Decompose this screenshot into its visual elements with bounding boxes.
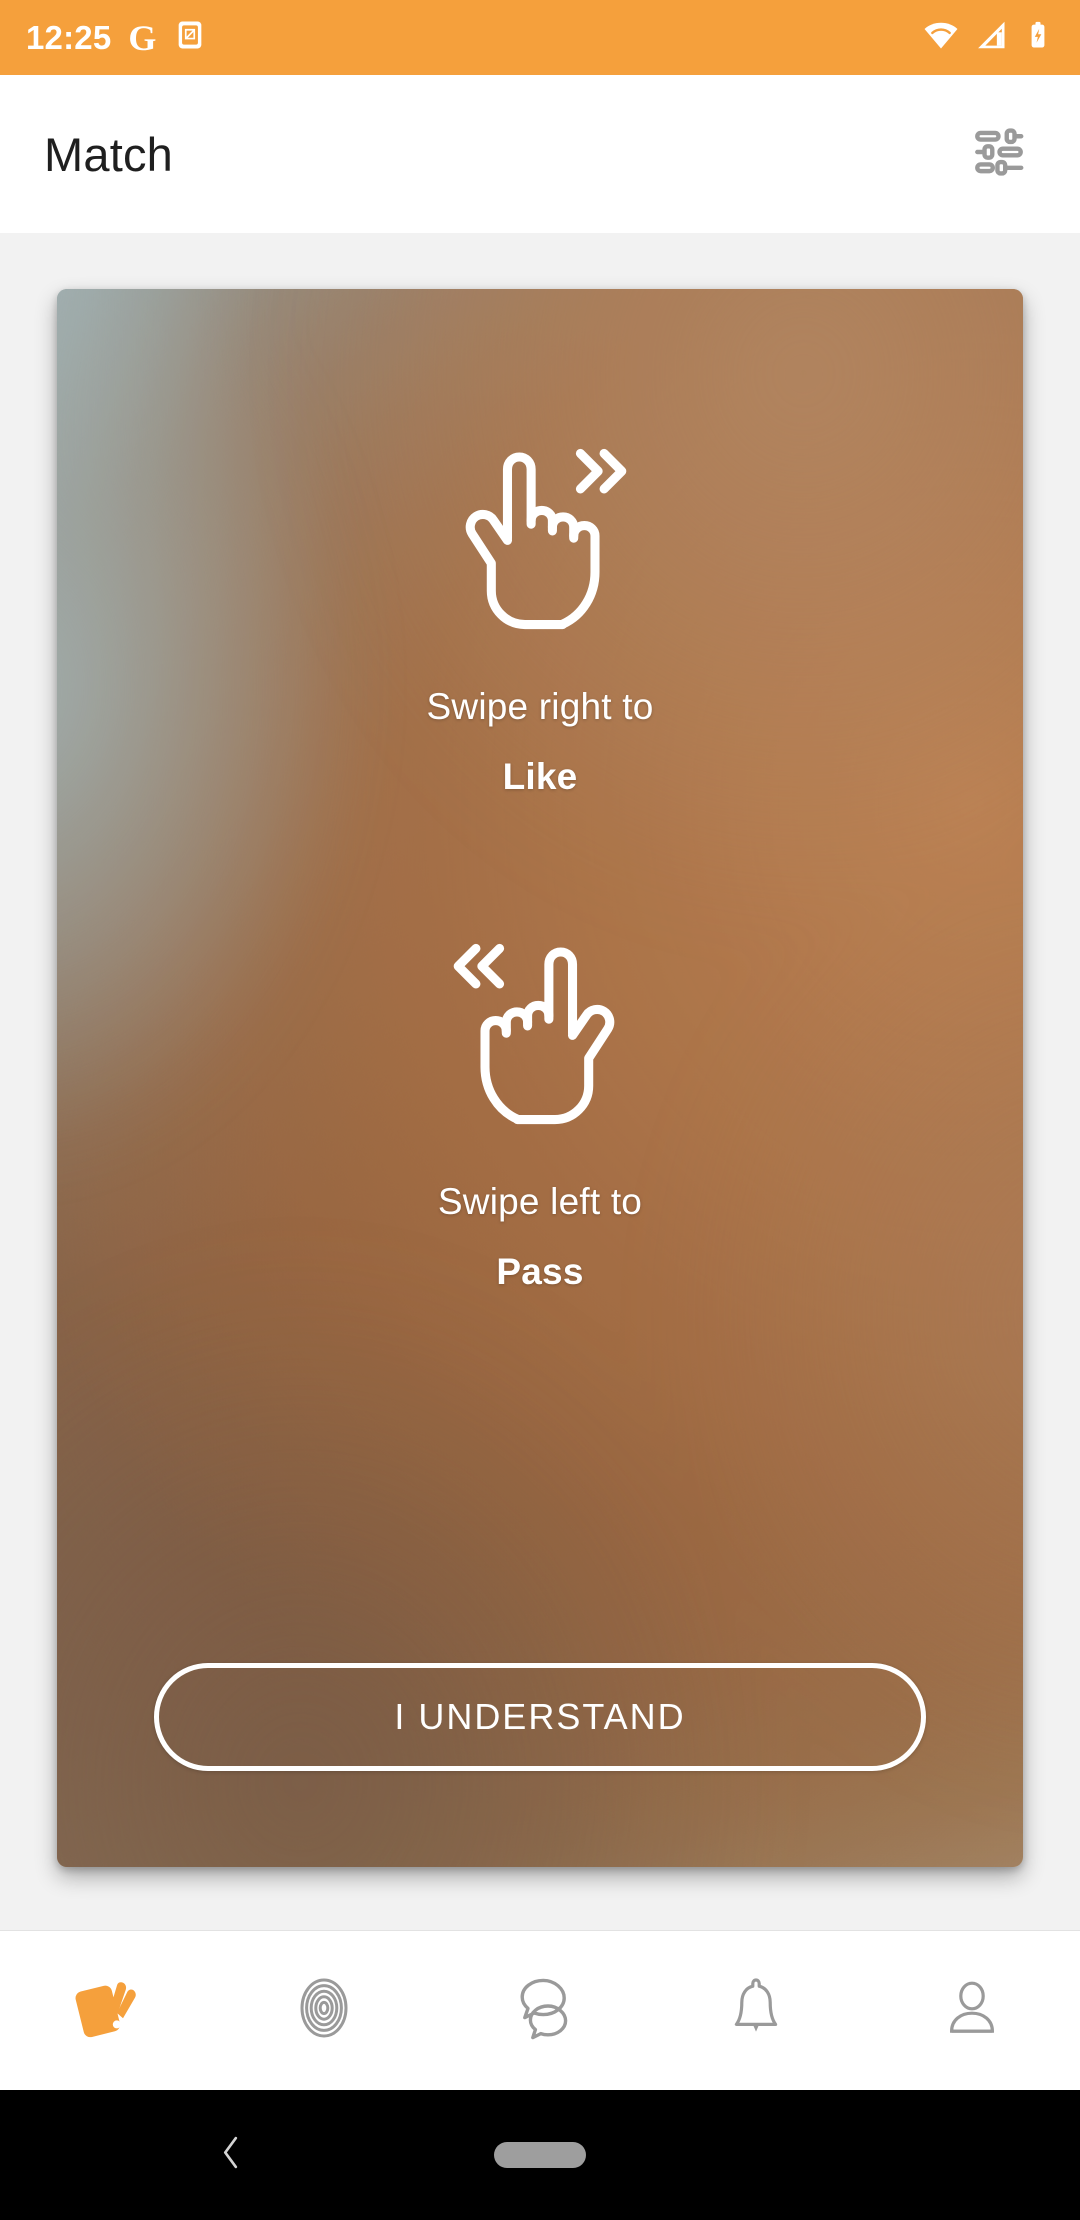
gesture-action: Like <box>502 756 578 797</box>
gesture-caption: Swipe right to <box>426 686 654 727</box>
nav-item-profile[interactable] <box>864 1931 1080 2090</box>
status-bar: 12:25 G <box>0 0 1080 75</box>
status-time: 12:25 <box>26 18 112 56</box>
bell-icon <box>716 1968 796 2053</box>
status-bar-right <box>922 16 1054 59</box>
system-navigation-bar <box>0 2090 1080 2220</box>
content-area: Swipe right to Like Swipe left to Pass I… <box>0 233 1080 1930</box>
i-understand-button[interactable]: I UNDERSTAND <box>154 1663 926 1771</box>
swipe-right-hand-icon <box>440 429 640 634</box>
chat-bubbles-icon <box>498 1966 582 2055</box>
bottom-navigation <box>0 1930 1080 2090</box>
nav-item-notifications[interactable] <box>648 1931 864 2090</box>
tune-filter-icon <box>968 121 1030 188</box>
nav-item-radar[interactable] <box>216 1931 432 2090</box>
app-bar: Match <box>0 75 1080 233</box>
swipe-left-hand-icon <box>440 924 640 1129</box>
wifi-icon <box>922 16 960 59</box>
onboarding-card[interactable]: Swipe right to Like Swipe left to Pass I… <box>57 289 1023 1867</box>
nav-item-chat[interactable] <box>432 1931 648 2090</box>
status-bar-left: 12:25 G <box>26 18 207 57</box>
screenshot-icon <box>173 18 207 57</box>
gesture-caption: Swipe left to <box>437 1181 643 1222</box>
person-icon <box>932 1968 1012 2053</box>
gesture-swipe-right: Swipe right to Like <box>427 429 654 798</box>
gesture-action: Pass <box>496 1251 584 1292</box>
battery-charging-icon <box>1022 19 1054 56</box>
concentric-circles-icon <box>284 1968 364 2053</box>
gesture-swipe-left: Swipe left to Pass <box>438 924 642 1293</box>
card-content: Swipe right to Like Swipe left to Pass I… <box>57 289 1023 1867</box>
page-title: Match <box>44 127 173 181</box>
cellular-signal-icon <box>973 17 1009 58</box>
filter-button[interactable] <box>962 117 1036 191</box>
home-pill-icon[interactable] <box>494 2142 586 2168</box>
google-icon: G <box>128 17 157 58</box>
app-screen: 12:25 G Match Swipe right to Like Swipe … <box>0 0 1080 2220</box>
cards-stack-icon <box>66 1966 150 2055</box>
chevron-left-icon[interactable] <box>208 2130 254 2181</box>
nav-item-cards[interactable] <box>0 1931 216 2090</box>
